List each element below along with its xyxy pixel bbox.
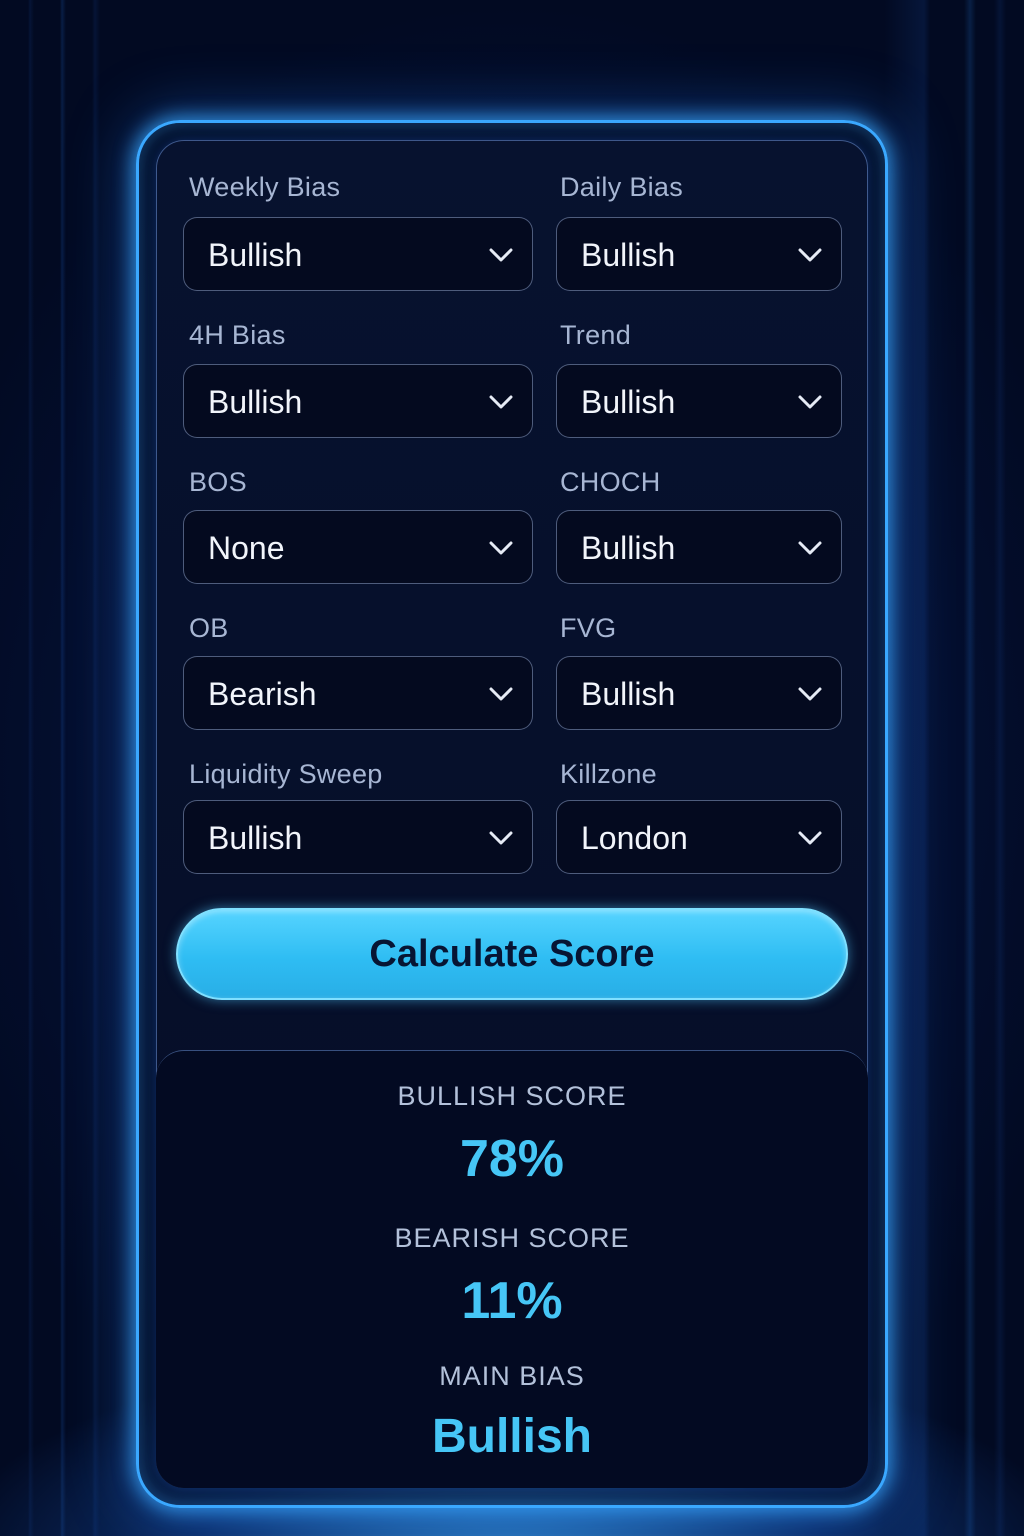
- ob-value: Bearish: [208, 676, 317, 712]
- chevron-down-icon: [488, 827, 514, 849]
- weekly-bias-select[interactable]: Bullish: [183, 217, 533, 291]
- trend-value: Bullish: [581, 384, 676, 420]
- chevron-down-icon: [488, 391, 514, 413]
- 4h-bias-select[interactable]: Bullish: [183, 364, 533, 438]
- calculate-score-label: Calculate Score: [369, 933, 655, 975]
- killzone-label: Killzone: [560, 759, 657, 789]
- main-bias-label: MAIN BIAS: [439, 1361, 585, 1391]
- chevron-down-icon: [488, 244, 514, 266]
- chevron-down-icon: [797, 244, 823, 266]
- killzone-select[interactable]: London: [556, 800, 842, 874]
- ob-label: OB: [189, 613, 229, 643]
- weekly-bias-label: Weekly Bias: [189, 172, 341, 202]
- 4h-bias-value: Bullish: [208, 384, 303, 420]
- fvg-label: FVG: [560, 613, 617, 643]
- chevron-down-icon: [488, 537, 514, 559]
- choch-label: CHOCH: [560, 467, 661, 497]
- bos-select[interactable]: None: [183, 510, 533, 584]
- chevron-down-icon: [797, 537, 823, 559]
- 4h-bias-label: 4H Bias: [189, 320, 286, 350]
- bearish-score-value: 11%: [461, 1272, 563, 1330]
- bos-label: BOS: [189, 467, 247, 497]
- choch-value: Bullish: [581, 530, 676, 566]
- calculate-score-button[interactable]: Calculate Score: [176, 908, 848, 1000]
- main-bias-value: Bullish: [431, 1410, 592, 1463]
- bos-value: None: [208, 530, 285, 566]
- chevron-down-icon: [797, 391, 823, 413]
- background-light-streaks-right: [884, 0, 1024, 1536]
- bullish-score-value: 78%: [459, 1130, 565, 1188]
- chevron-down-icon: [488, 683, 514, 705]
- weekly-bias-value: Bullish: [208, 237, 303, 273]
- daily-bias-select[interactable]: Bullish: [556, 217, 842, 291]
- ob-select[interactable]: Bearish: [183, 656, 533, 730]
- liquidity-sweep-select[interactable]: Bullish: [183, 800, 533, 874]
- background-light-streaks-left: [0, 0, 140, 1536]
- daily-bias-label: Daily Bias: [560, 172, 684, 202]
- fvg-select[interactable]: Bullish: [556, 656, 842, 730]
- daily-bias-value: Bullish: [581, 237, 676, 273]
- trend-select[interactable]: Bullish: [556, 364, 842, 438]
- bullish-score-label: BULLISH SCORE: [397, 1081, 627, 1111]
- choch-select[interactable]: Bullish: [556, 510, 842, 584]
- chevron-down-icon: [797, 827, 823, 849]
- trend-label: Trend: [560, 320, 632, 350]
- bearish-score-label: BEARISH SCORE: [394, 1223, 630, 1253]
- chevron-down-icon: [797, 683, 823, 705]
- liquidity-sweep-label: Liquidity Sweep: [189, 759, 383, 789]
- results-panel: BULLISH SCORE 78% BEARISH SCORE 11% MAIN…: [156, 1050, 868, 1488]
- fvg-value: Bullish: [581, 676, 676, 712]
- killzone-value: London: [581, 820, 688, 856]
- liquidity-sweep-value: Bullish: [208, 820, 303, 856]
